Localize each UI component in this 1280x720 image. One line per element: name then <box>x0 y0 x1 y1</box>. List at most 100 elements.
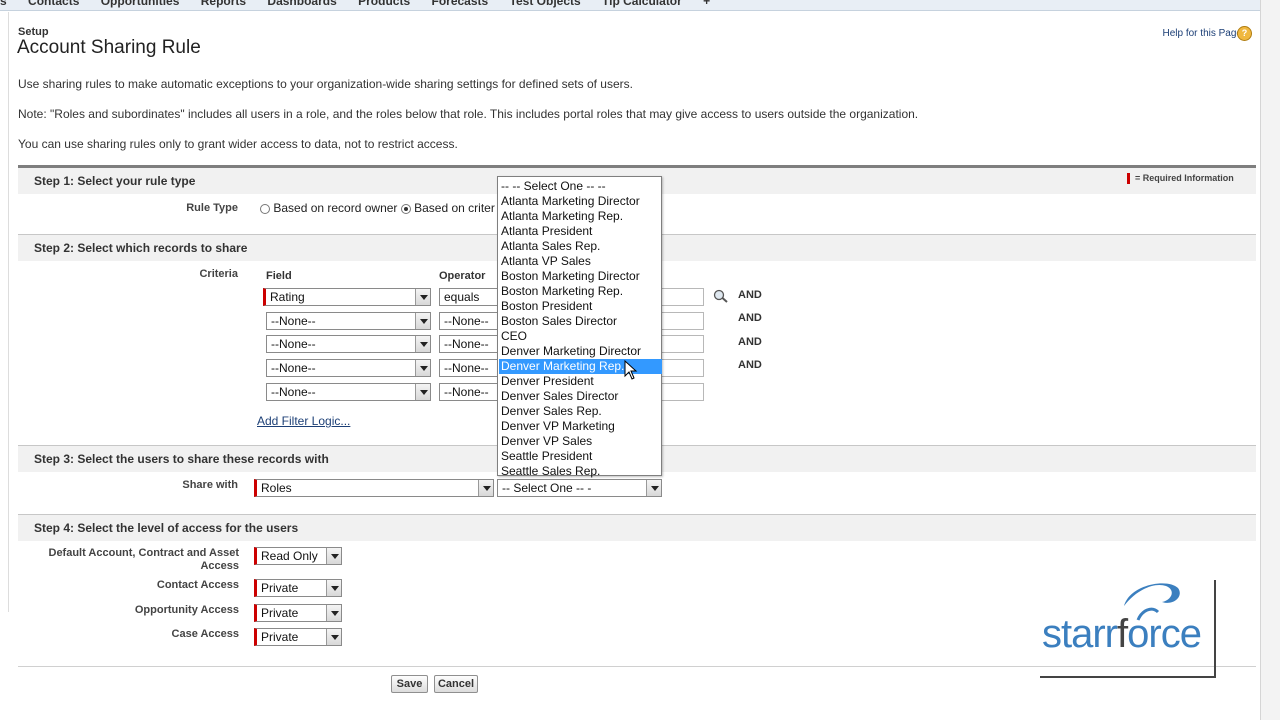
cancel-button[interactable]: Cancel <box>434 675 478 693</box>
page-scrollbar[interactable] <box>1260 0 1280 720</box>
criteria-field-2[interactable]: --None-- <box>266 312 431 330</box>
role-dropdown-list[interactable]: -- -- Select One -- -- Atlanta Marketing… <box>497 176 662 479</box>
step4-title: Step 4: Select the level of access for t… <box>34 521 299 535</box>
step4-header: Step 4: Select the level of access for t… <box>18 514 1256 541</box>
tab-contacts[interactable]: Contacts <box>28 0 79 8</box>
criteria-value-5[interactable] <box>660 383 704 401</box>
dropdown-option[interactable]: Denver Sales Rep. <box>501 404 658 419</box>
chevron-down-icon <box>326 580 341 596</box>
tab-dashboards[interactable]: Dashboards <box>267 0 336 8</box>
mouse-cursor-icon <box>624 360 638 380</box>
dropdown-option[interactable]: Atlanta President <box>501 224 658 239</box>
radio-criteria[interactable] <box>400 203 411 214</box>
step3-title: Step 3: Select the users to share these … <box>34 452 329 466</box>
intro-note: Note: "Roles and subordinates" includes … <box>18 107 919 121</box>
tab-tip-calculator[interactable]: Tip Calculator <box>602 0 682 8</box>
chevron-down-icon <box>415 313 430 329</box>
criteria-value-3[interactable] <box>660 335 704 353</box>
page-title: Account Sharing Rule <box>17 37 201 58</box>
dropdown-option[interactable]: Denver Sales Director <box>501 389 658 404</box>
criteria-value-4[interactable] <box>660 359 704 377</box>
dropdown-option[interactable]: Atlanta Marketing Director <box>501 194 658 209</box>
share-with-type-select[interactable]: Roles <box>254 479 494 497</box>
dropdown-option[interactable]: Seattle Sales Rep. <box>501 464 658 479</box>
tab-add[interactable]: + <box>703 0 710 8</box>
chevron-down-icon <box>415 384 430 400</box>
tab-reports[interactable]: Reports <box>201 0 246 8</box>
radio-owner[interactable] <box>260 203 270 214</box>
contact-access-select[interactable]: Private <box>254 579 342 597</box>
dropdown-option[interactable]: Denver VP Sales <box>501 434 658 449</box>
required-bar-icon <box>1127 173 1130 185</box>
and-label-1: AND <box>738 289 762 301</box>
dropdown-option[interactable]: Atlanta VP Sales <box>501 254 658 269</box>
dropdown-option[interactable]: Atlanta Sales Rep. <box>501 239 658 254</box>
step2-title: Step 2: Select which records to share <box>34 241 248 255</box>
default-access-select[interactable]: Read Only <box>254 547 342 565</box>
criteria-operator-4[interactable]: --None-- <box>439 359 501 377</box>
opportunity-access-select[interactable]: Private <box>254 604 342 622</box>
criteria-label: Criteria <box>199 268 238 280</box>
criteria-field-1[interactable]: Rating <box>263 288 431 306</box>
dropdown-option[interactable]: CEO <box>501 329 658 344</box>
chevron-down-icon <box>478 480 493 496</box>
contact-access-label: Contact Access <box>156 579 239 591</box>
dropdown-option[interactable]: Denver Marketing Director <box>501 344 658 359</box>
criteria-value-1[interactable] <box>660 288 704 306</box>
default-access-label: Default Account, Contract and Asset Acce… <box>48 547 240 572</box>
dropdown-option[interactable]: Boston President <box>501 299 658 314</box>
dropdown-option[interactable]: Atlanta Marketing Rep. <box>501 209 658 224</box>
criteria-field-3[interactable]: --None-- <box>266 335 431 353</box>
add-filter-logic-link[interactable]: Add Filter Logic... <box>257 414 350 428</box>
intro-restriction: You can use sharing rules only to grant … <box>18 137 458 151</box>
share-with-role-select[interactable]: -- Select One -- - <box>497 479 662 497</box>
chevron-down-icon <box>415 289 430 305</box>
case-access-select[interactable]: Private <box>254 628 342 646</box>
tab-products[interactable]: Products <box>358 0 410 8</box>
tab-test-objects[interactable]: Test Objects <box>510 0 581 8</box>
dropdown-option[interactable]: Boston Marketing Director <box>501 269 658 284</box>
tab-opportunities[interactable]: Opportunities <box>101 0 180 8</box>
criteria-operator-1[interactable]: equals <box>439 288 501 306</box>
dropdown-option[interactable]: Boston Marketing Rep. <box>501 284 658 299</box>
field-column-header: Field <box>266 270 292 282</box>
chevron-down-icon <box>326 605 341 621</box>
and-label-3: AND <box>738 336 762 348</box>
tab-forecasts[interactable]: Forecasts <box>431 0 488 8</box>
chevron-down-icon <box>646 480 661 496</box>
radio-owner-label: Based on record owner <box>273 201 398 215</box>
opportunity-access-label: Opportunity Access <box>134 604 239 616</box>
criteria-field-5[interactable]: --None-- <box>266 383 431 401</box>
step1-title: Step 1: Select your rule type <box>34 174 196 188</box>
criteria-operator-2[interactable]: --None-- <box>439 312 501 330</box>
save-button[interactable]: Save <box>391 675 428 693</box>
radio-criteria-label: Based on criter <box>414 201 495 215</box>
share-with-label: Share with <box>182 479 238 491</box>
required-info-legend: = Required Information <box>1127 173 1234 185</box>
criteria-operator-3[interactable]: --None-- <box>439 335 501 353</box>
rule-type-label: Rule Type <box>186 202 238 214</box>
criteria-operator-5[interactable]: --None-- <box>439 383 501 401</box>
and-label-4: AND <box>738 359 762 371</box>
chevron-down-icon <box>326 629 341 645</box>
nav-tabs: s Contacts Opportunities Reports Dashboa… <box>0 0 728 8</box>
operator-column-header: Operator <box>439 270 486 282</box>
and-label-2: AND <box>738 312 762 324</box>
chevron-down-icon <box>415 360 430 376</box>
criteria-value-2[interactable] <box>660 312 704 330</box>
intro-text: Use sharing rules to make automatic exce… <box>18 77 633 91</box>
lookup-icon[interactable] <box>713 289 731 303</box>
rule-type-options: Based on record owner Based on criter <box>260 201 495 215</box>
dropdown-option[interactable]: -- -- Select One -- -- <box>501 179 658 194</box>
help-link[interactable]: Help for this Page <box>1163 28 1243 39</box>
top-nav-bar: s Contacts Opportunities Reports Dashboa… <box>0 0 1260 11</box>
left-panel-edge <box>0 12 9 612</box>
dropdown-option[interactable]: Denver VP Marketing <box>501 419 658 434</box>
help-icon[interactable]: ? <box>1237 26 1252 41</box>
dropdown-option[interactable]: Boston Sales Director <box>501 314 658 329</box>
dropdown-option[interactable]: Seattle President <box>501 449 658 464</box>
criteria-field-4[interactable]: --None-- <box>266 359 431 377</box>
tab-partial[interactable]: s <box>0 0 7 8</box>
watermark-logo: starrforce <box>1042 612 1202 656</box>
chevron-down-icon <box>415 336 430 352</box>
